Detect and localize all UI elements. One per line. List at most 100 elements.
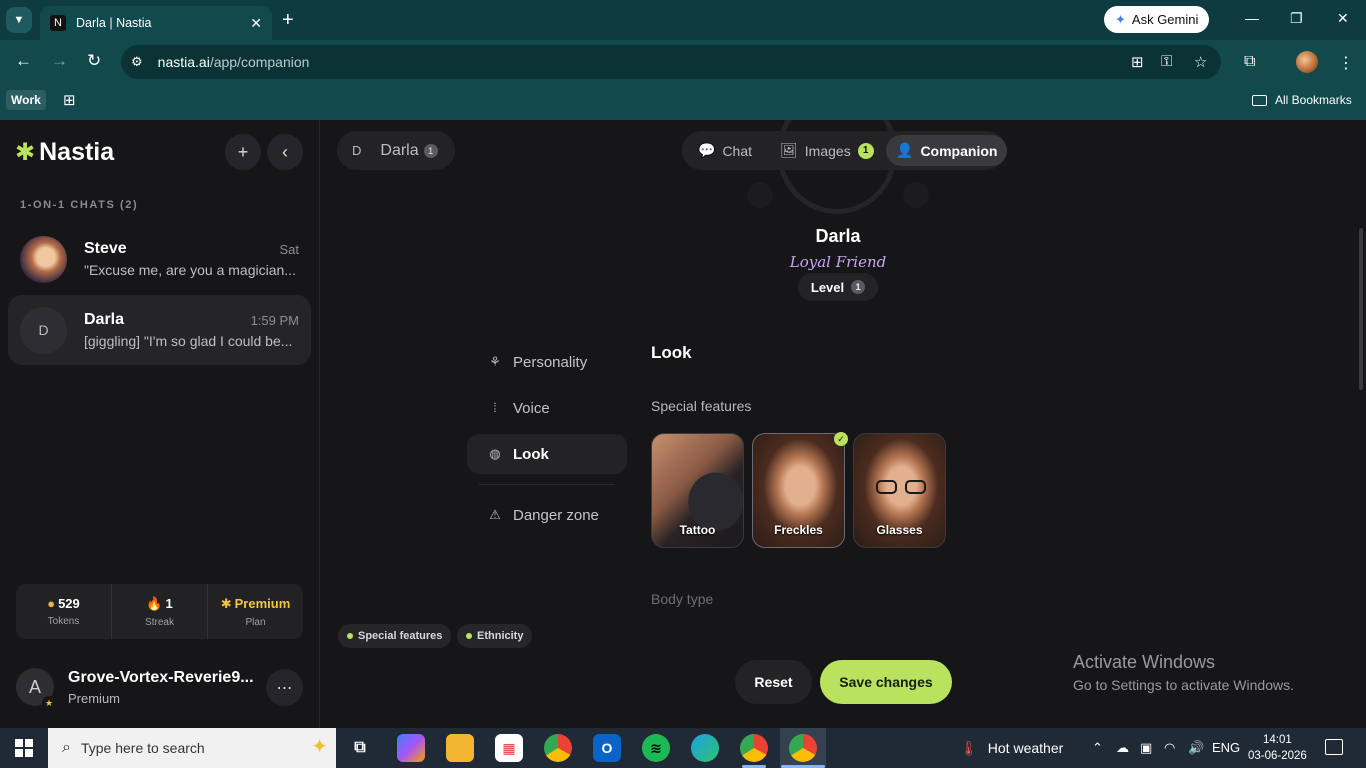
special-features-title: Special features	[651, 398, 752, 414]
save-changes-button[interactable]: Save changes	[820, 660, 952, 704]
fire-icon: 🔥	[146, 595, 163, 611]
nastia-logo[interactable]: ✱ Nastia	[15, 138, 114, 167]
wifi-icon[interactable]: ◠	[1164, 740, 1175, 756]
user-account[interactable]: A ★ Grove-Vortex-Reverie9... Premium ⋯	[16, 666, 306, 710]
task-view-icon[interactable]: ⧉	[346, 734, 374, 762]
tab-images[interactable]: 🖼 Images 1	[770, 135, 884, 166]
tab-title: Darla | Nastia	[76, 16, 152, 30]
warning-icon: ⚠	[489, 507, 501, 522]
stat-streak[interactable]: 🔥 1 Streak	[112, 584, 208, 639]
minimize-icon[interactable]: —	[1245, 10, 1259, 26]
feature-label: Tattoo	[679, 523, 716, 537]
stat-tokens[interactable]: ● 529 Tokens	[16, 584, 112, 639]
brain-icon: ⚘	[489, 354, 501, 369]
sparkle-icon: ✦	[311, 736, 328, 758]
scrollbar[interactable]	[1359, 228, 1363, 390]
collapse-sidebar-button[interactable]: ‹	[267, 134, 303, 170]
browser-tab[interactable]: N Darla | Nastia ✕	[40, 6, 272, 40]
body-type-title: Body type	[651, 591, 714, 607]
level-number: 1	[851, 280, 866, 294]
apps-grid-icon[interactable]: ⊞	[63, 91, 76, 109]
nav-look[interactable]: ◍ Look	[467, 434, 627, 474]
spotify-icon[interactable]: ≋	[642, 734, 670, 762]
chrome-icon[interactable]	[544, 734, 572, 762]
chat-item-steve[interactable]: Steve Sat "Excuse me, are you a magician…	[8, 224, 311, 294]
password-key-icon[interactable]: ⚿	[1161, 53, 1172, 70]
forward-icon[interactable]: →	[51, 51, 68, 71]
view-tabs: 💬 Chat 🖼 Images 1 👤 Companion	[682, 131, 1008, 170]
windows-start-icon[interactable]	[15, 739, 33, 757]
feature-card-tattoo[interactable]: Tattoo	[651, 433, 744, 548]
stats-panel: ● 529 Tokens 🔥 1 Streak ✱ Premium Plan	[16, 584, 303, 639]
companion-profile-name: Darla	[815, 226, 861, 246]
gemini-sparkle-icon: ✦	[1115, 11, 1126, 27]
status-dot	[466, 633, 472, 639]
chats-section-title: 1-ON-1 CHATS (2)	[20, 199, 139, 211]
companion-name: Darla	[380, 141, 419, 159]
nastia-favicon-icon: N	[50, 15, 66, 31]
companion-chip[interactable]: D Darla 1	[337, 131, 455, 170]
new-tab-icon[interactable]: +	[282, 9, 294, 32]
ms-store-icon[interactable]: ▦	[495, 734, 523, 762]
weather-text: Hot weather	[987, 740, 1064, 756]
volume-icon[interactable]: 🔊	[1188, 740, 1204, 756]
nav-personality[interactable]: ⚘ Personality	[467, 342, 627, 382]
notifications-icon[interactable]	[1325, 739, 1343, 755]
tag-ethnicity[interactable]: Ethnicity	[457, 624, 533, 648]
onedrive-icon[interactable]: ☁	[1116, 740, 1129, 756]
feature-card-glasses[interactable]: Glasses	[853, 433, 946, 548]
restore-icon[interactable]: ❐	[1290, 10, 1303, 27]
user-more-button[interactable]: ⋯	[266, 669, 303, 706]
new-chat-button[interactable]: +	[225, 134, 261, 170]
address-bar[interactable]: ⚙ nastia.ai/app/companion ⊞ ⚿ ☆	[121, 45, 1221, 79]
profile-avatar[interactable]	[1296, 51, 1318, 73]
chevron-up-icon[interactable]: ⌃	[1092, 740, 1103, 756]
reload-icon[interactable]: ↻	[87, 51, 101, 71]
copilot-icon[interactable]	[397, 734, 425, 762]
language-indicator[interactable]: ENG	[1212, 740, 1240, 755]
ask-gemini-label: Ask Gemini	[1131, 12, 1199, 27]
user-name: Grove-Vortex-Reverie9...	[68, 669, 254, 686]
install-app-icon[interactable]: ⊞	[1131, 53, 1144, 71]
all-bookmarks[interactable]: All Bookmarks	[1252, 93, 1352, 107]
sidebar: ✱ Nastia + ‹ 1-ON-1 CHATS (2) Steve Sat …	[0, 120, 320, 728]
chrome-active-icon[interactable]	[789, 734, 817, 762]
weather-widget[interactable]: 🌡 Hot weather	[960, 728, 1063, 768]
tab-companion[interactable]: 👤 Companion	[886, 135, 1008, 166]
edge-icon[interactable]	[691, 734, 719, 762]
site-info-icon[interactable]: ⚙	[131, 54, 143, 70]
search-icon: ⌕	[62, 739, 71, 756]
companion-role: Loyal Friend	[789, 253, 887, 271]
tab-chat[interactable]: 💬 Chat	[688, 135, 762, 166]
chrome-profile-icon[interactable]	[740, 734, 768, 762]
bookmark-star-icon[interactable]: ☆	[1194, 53, 1207, 71]
taskbar-search[interactable]: ⌕ Type here to search ✦	[48, 728, 336, 768]
extensions-icon[interactable]: ⧉	[1244, 53, 1255, 71]
chat-item-darla[interactable]: D Darla 1:59 PM [giggling] "I'm so glad …	[8, 295, 311, 365]
meet-icon[interactable]: ▣	[1140, 740, 1152, 756]
level-badge: 1	[423, 143, 438, 158]
tab-search-dropdown[interactable]: ▼	[6, 7, 32, 33]
level-pill[interactable]: Level 1	[798, 273, 878, 301]
ask-gemini-button[interactable]: ✦ Ask Gemini	[1104, 6, 1210, 33]
bookmark-work[interactable]: Work	[6, 90, 46, 110]
avatar-dot	[747, 182, 773, 208]
close-window-icon[interactable]: ✕	[1337, 10, 1349, 27]
outlook-icon[interactable]: O	[593, 734, 621, 762]
close-tab-icon[interactable]: ✕	[250, 15, 262, 32]
stat-plan[interactable]: ✱ Premium Plan	[208, 584, 303, 639]
back-icon[interactable]: ←	[15, 51, 32, 71]
menu-kebab-icon[interactable]: ⋮	[1338, 53, 1354, 73]
reset-button[interactable]: Reset	[735, 660, 812, 704]
premium-badge-icon: ★	[42, 696, 56, 710]
folder-icon	[1252, 94, 1267, 106]
feature-card-freckles[interactable]: Freckles	[752, 433, 845, 548]
nav-danger-zone[interactable]: ⚠ Danger zone	[467, 495, 627, 535]
divider	[479, 484, 615, 485]
chat-time: 1:59 PM	[250, 312, 299, 328]
tag-special-features[interactable]: Special features	[338, 624, 452, 648]
nav-voice[interactable]: ⦙ Voice	[467, 388, 627, 428]
file-explorer-icon[interactable]	[446, 734, 474, 762]
section-title-look: Look	[651, 343, 692, 362]
clock[interactable]: 14:01 03-06-2026	[1248, 732, 1307, 764]
